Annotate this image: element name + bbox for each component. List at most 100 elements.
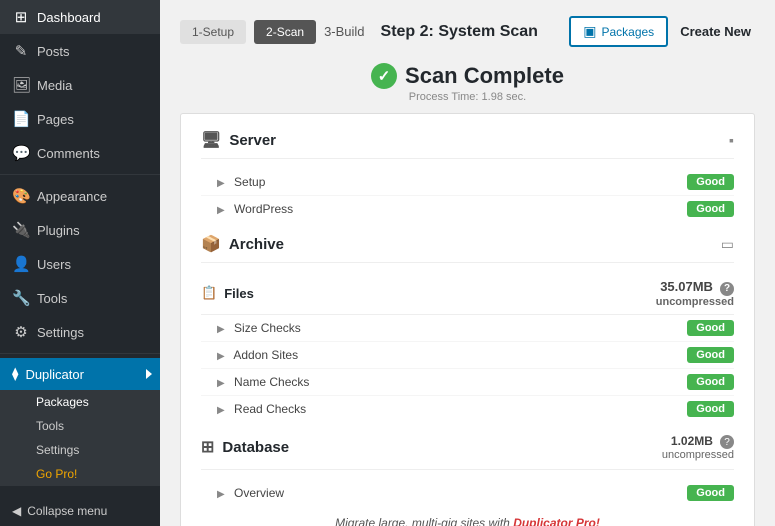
server-section-title: 🖥 Server bbox=[201, 130, 276, 150]
server-setup-row: ▶ Setup Good bbox=[201, 169, 734, 196]
sidebar-item-label: Dashboard bbox=[37, 10, 101, 25]
sidebar-item-label: Media bbox=[37, 78, 72, 93]
sidebar-item-dashboard[interactable]: ⊞ Dashboard bbox=[0, 0, 160, 34]
files-label: Files bbox=[224, 286, 254, 301]
files-icon: 📋 bbox=[201, 285, 217, 301]
archive-name-label: ▶ Name Checks bbox=[217, 375, 309, 389]
sidebar-item-label: Users bbox=[37, 257, 71, 272]
create-new-button[interactable]: Create New bbox=[676, 16, 755, 47]
sidebar-submenu-duplicator: Packages Tools Settings Go Pro! bbox=[0, 390, 160, 486]
sidebar-item-settings[interactable]: ⚙ Settings bbox=[0, 315, 160, 349]
packages-button[interactable]: ▣ Packages bbox=[569, 16, 668, 47]
scan-complete-title: ✓ Scan Complete bbox=[180, 63, 755, 89]
archive-read-checks-row: ▶ Read Checks Good bbox=[201, 396, 734, 422]
step1-button[interactable]: 1-Setup bbox=[180, 20, 246, 44]
server-toggle-icon[interactable]: ▪ bbox=[729, 132, 734, 148]
sidebar-item-label: Posts bbox=[37, 44, 70, 59]
main-content: 1-Setup 2-Scan 3-Build Step 2: System Sc… bbox=[160, 0, 775, 526]
files-info-icon[interactable]: ? bbox=[720, 282, 734, 296]
top-bar: 1-Setup 2-Scan 3-Build Step 2: System Sc… bbox=[180, 16, 755, 47]
dashboard-icon: ⊞ bbox=[12, 8, 30, 26]
archive-name-badge: Good bbox=[687, 374, 734, 390]
db-unit: uncompressed bbox=[662, 449, 734, 461]
archive-icon: 📦 bbox=[201, 234, 221, 254]
database-section-header: ⊞ Database 1.02MB ? uncompressed bbox=[201, 434, 734, 471]
settings-icon: ⚙ bbox=[12, 323, 30, 341]
archive-addon-label: ▶ Addon Sites bbox=[217, 348, 298, 362]
db-overview-badge: Good bbox=[687, 485, 734, 501]
server-wordpress-row: ▶ WordPress Good bbox=[201, 196, 734, 222]
sidebar-item-comments[interactable]: 💬 Comments bbox=[0, 136, 160, 170]
archive-name-checks-row: ▶ Name Checks Good bbox=[201, 369, 734, 396]
server-icon: 🖥 bbox=[201, 130, 221, 150]
server-section-header: 🖥 Server ▪ bbox=[201, 130, 734, 159]
sidebar-item-pages[interactable]: 📄 Pages bbox=[0, 102, 160, 136]
appearance-icon: 🎨 bbox=[12, 187, 30, 205]
database-rows: ▶ Overview Good bbox=[201, 480, 734, 506]
server-wordpress-label: ▶ WordPress bbox=[217, 202, 293, 216]
sidebar-separator-2 bbox=[0, 353, 160, 354]
archive-size-checks-row: ▶ Size Checks Good bbox=[201, 315, 734, 342]
media-icon: 🖼 bbox=[12, 76, 30, 94]
packages-label: Packages bbox=[601, 25, 654, 39]
row-arrow-icon: ▶ bbox=[217, 489, 225, 500]
archive-addon-sites-row: ▶ Addon Sites Good bbox=[201, 342, 734, 369]
archive-section-title: 📦 Archive bbox=[201, 234, 284, 254]
sidebar-item-tools[interactable]: 🔧 Tools bbox=[0, 281, 160, 315]
sidebar-item-plugins[interactable]: 🔌 Plugins bbox=[0, 213, 160, 247]
server-setup-badge: Good bbox=[687, 174, 734, 190]
row-arrow-icon: ▶ bbox=[217, 405, 225, 416]
db-overview-label: ▶ Overview bbox=[217, 486, 284, 500]
process-time: Process Time: 1.98 sec. bbox=[180, 91, 755, 103]
row-arrow-icon: ▶ bbox=[217, 324, 225, 335]
collapse-menu-item[interactable]: ◀ Collapse menu bbox=[0, 496, 160, 526]
archive-title-text: Archive bbox=[229, 236, 284, 253]
sidebar-sub-tools[interactable]: Tools bbox=[0, 414, 160, 438]
sidebar-item-duplicator[interactable]: ⧫ Duplicator bbox=[0, 358, 160, 390]
files-size-value: 35.07MB bbox=[660, 279, 713, 294]
files-label-wrap: 📋 Files bbox=[201, 285, 254, 301]
database-section-title: ⊞ Database bbox=[201, 437, 289, 457]
row-arrow-icon: ▶ bbox=[217, 378, 225, 389]
sidebar-item-appearance[interactable]: 🎨 Appearance bbox=[0, 179, 160, 213]
sidebar-duplicator-label: Duplicator bbox=[25, 367, 84, 382]
duplicator-icon: ⧫ bbox=[12, 366, 18, 382]
scan-complete-header: ✓ Scan Complete Process Time: 1.98 sec. bbox=[180, 63, 755, 103]
scan-title-text: Scan Complete bbox=[405, 63, 564, 89]
step2-button[interactable]: 2-Scan bbox=[254, 20, 316, 44]
check-icon: ✓ bbox=[371, 63, 397, 89]
users-icon: 👤 bbox=[12, 255, 30, 273]
archive-size-badge: Good bbox=[687, 320, 734, 336]
server-title-text: Server bbox=[229, 132, 276, 149]
sidebar-item-label: Comments bbox=[37, 146, 100, 161]
go-pro-link[interactable]: Go Pro! bbox=[0, 462, 160, 486]
sidebar-item-users[interactable]: 👤 Users bbox=[0, 247, 160, 281]
step-title: Step 2: System Scan bbox=[381, 23, 562, 41]
row-arrow-icon: ▶ bbox=[217, 205, 225, 216]
scan-results-card: 🖥 Server ▪ ▶ Setup Good ▶ WordPress Good bbox=[180, 113, 755, 526]
db-info-icon[interactable]: ? bbox=[720, 435, 734, 449]
db-overview-row: ▶ Overview Good bbox=[201, 480, 734, 506]
files-row: 📋 Files 35.07MB ? uncompressed bbox=[201, 273, 734, 315]
server-wordpress-badge: Good bbox=[687, 201, 734, 217]
sidebar-item-label: Appearance bbox=[37, 189, 107, 204]
tools-icon: 🔧 bbox=[12, 289, 30, 307]
files-size-block: 35.07MB ? uncompressed bbox=[656, 279, 734, 308]
pages-icon: 📄 bbox=[12, 110, 30, 128]
collapse-label: Collapse menu bbox=[27, 504, 107, 518]
sidebar-sub-settings[interactable]: Settings bbox=[0, 438, 160, 462]
sidebar-item-label: Settings bbox=[37, 325, 84, 340]
database-title-text: Database bbox=[222, 439, 289, 456]
archive-size-label: ▶ Size Checks bbox=[217, 321, 301, 335]
files-unit: uncompressed bbox=[656, 296, 734, 308]
promo-link[interactable]: Duplicator Pro! bbox=[513, 516, 600, 526]
sidebar-sub-packages[interactable]: Packages bbox=[0, 390, 160, 414]
archive-addon-badge: Good bbox=[687, 347, 734, 363]
archive-read-badge: Good bbox=[687, 401, 734, 417]
archive-section-header: 📦 Archive ▭ bbox=[201, 234, 734, 263]
sidebar-item-media[interactable]: 🖼 Media bbox=[0, 68, 160, 102]
archive-toggle-icon[interactable]: ▭ bbox=[721, 236, 734, 253]
sidebar-item-posts[interactable]: ✎ Posts bbox=[0, 34, 160, 68]
server-rows: ▶ Setup Good ▶ WordPress Good bbox=[201, 169, 734, 222]
promo-text-content: Migrate large, multi-gig sites with bbox=[335, 516, 513, 526]
